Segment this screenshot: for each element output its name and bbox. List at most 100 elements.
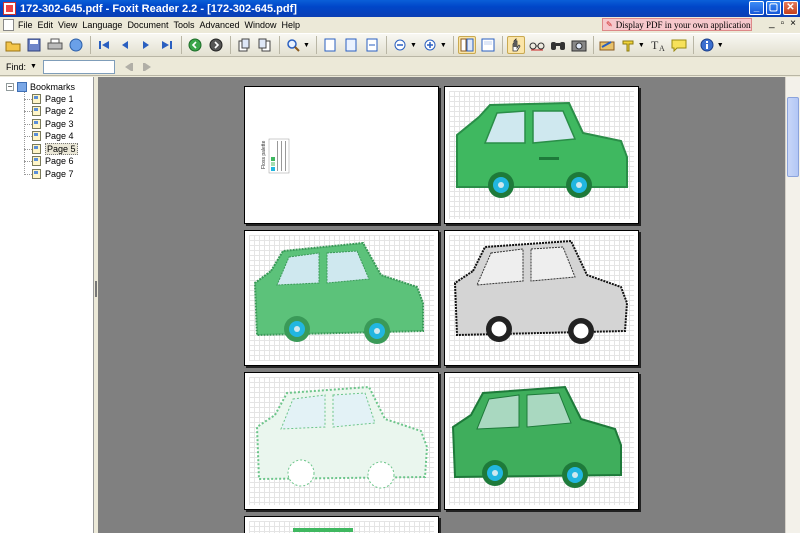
zoom-out-icon[interactable]: [391, 36, 409, 54]
last-page-icon[interactable]: [158, 36, 176, 54]
continuous-icon[interactable]: [479, 36, 497, 54]
find-next-icon[interactable]: [141, 60, 155, 74]
bookmark-label: Page 1: [45, 94, 74, 104]
minimize-button[interactable]: _: [749, 1, 764, 15]
page-2[interactable]: [444, 86, 639, 224]
rotate-right-icon[interactable]: [256, 36, 274, 54]
menu-edit[interactable]: Edit: [38, 20, 59, 30]
find-previous-icon[interactable]: [121, 60, 135, 74]
splitter-grip[interactable]: [95, 281, 97, 297]
palette-title: Floss palette: [261, 140, 267, 169]
fit-width-icon[interactable]: [363, 36, 381, 54]
highlight-icon[interactable]: [619, 36, 637, 54]
email-icon[interactable]: [67, 36, 85, 54]
bookmark-page-6[interactable]: Page 6: [32, 155, 74, 167]
page-bookmark-icon: [32, 131, 41, 141]
pen-icon[interactable]: [598, 36, 616, 54]
document-icon[interactable]: [3, 18, 14, 31]
menu-tools[interactable]: Tools: [173, 20, 199, 30]
save-icon[interactable]: [25, 36, 43, 54]
doc-minimize-button[interactable]: _: [769, 18, 775, 29]
snapshot-icon[interactable]: [570, 36, 588, 54]
highlight-dropdown-icon[interactable]: ▼: [638, 42, 645, 49]
page-bookmark-icon: [32, 106, 41, 116]
open-icon[interactable]: [4, 36, 22, 54]
single-page-icon[interactable]: [457, 36, 476, 54]
next-page-icon[interactable]: [137, 36, 155, 54]
svg-text:T: T: [651, 38, 659, 52]
scrollbar-thumb[interactable]: [787, 97, 799, 177]
menu-view[interactable]: View: [58, 20, 82, 30]
tree-connector: [24, 124, 32, 125]
hand-tool-icon[interactable]: [506, 36, 525, 54]
separator: [279, 36, 280, 54]
fit-page-icon[interactable]: [342, 36, 360, 54]
prev-page-icon[interactable]: [116, 36, 134, 54]
stitched-car-pattern: [253, 241, 424, 344]
info-dropdown-icon[interactable]: ▼: [717, 42, 724, 49]
menu-help[interactable]: Help: [282, 20, 306, 30]
outline-car-pattern: [255, 385, 429, 489]
find-options-dropdown-icon[interactable]: ▼: [30, 63, 37, 70]
actual-size-icon[interactable]: [321, 36, 339, 54]
select-text-icon[interactable]: [528, 36, 546, 54]
note-icon[interactable]: [670, 36, 688, 54]
bookmark-root-label: Bookmarks: [30, 82, 76, 92]
menu-document[interactable]: Document: [127, 20, 173, 30]
find-icon[interactable]: [549, 36, 567, 54]
bookmark-page-5[interactable]: Page 5: [32, 143, 78, 155]
zoom-dropdown-icon[interactable]: ▼: [303, 42, 310, 49]
tree-connector: [24, 136, 32, 137]
page-4[interactable]: [444, 230, 639, 366]
page-7[interactable]: [244, 516, 439, 533]
close-button[interactable]: ✕: [783, 1, 798, 15]
menu-window[interactable]: Window: [245, 20, 282, 30]
pin-icon: ✎: [606, 20, 613, 29]
tree-connector: [24, 161, 32, 162]
go-forward-icon[interactable]: [207, 36, 225, 54]
page-bookmark-icon: [32, 144, 41, 154]
zoom-out-dropdown-icon[interactable]: ▼: [410, 42, 417, 49]
rotate-left-icon[interactable]: [235, 36, 253, 54]
bookmark-page-3[interactable]: Page 3: [32, 118, 74, 130]
doc-restore-button[interactable]: ▫: [781, 18, 785, 29]
dark-stitched-car-pattern: [451, 385, 622, 488]
tree-connector: [24, 99, 32, 100]
page-3[interactable]: [244, 230, 439, 366]
collapse-icon[interactable]: −: [6, 83, 14, 91]
menu-file[interactable]: File: [18, 20, 38, 30]
page-bookmark-icon: [32, 156, 41, 166]
page-5[interactable]: [244, 372, 439, 510]
separator: [692, 36, 694, 54]
first-page-icon[interactable]: [95, 36, 113, 54]
menu-advanced[interactable]: Advanced: [199, 20, 244, 30]
page-6[interactable]: [444, 372, 639, 510]
bookmark-page-1[interactable]: Page 1: [32, 93, 74, 105]
zoom-in-dropdown-icon[interactable]: ▼: [440, 42, 447, 49]
separator: [90, 36, 91, 54]
foxit-app-icon[interactable]: [3, 2, 16, 15]
vertical-scrollbar[interactable]: [785, 77, 800, 533]
tree-line: [24, 92, 25, 175]
doc-close-button[interactable]: ×: [790, 18, 796, 29]
bookmarks-panel: − Bookmarks Page 1 Page 2 Page 3 Page 4 …: [0, 77, 94, 533]
find-input[interactable]: [42, 59, 115, 74]
info-icon[interactable]: [698, 36, 716, 54]
bw-car-pattern: [453, 239, 629, 344]
separator: [452, 36, 454, 54]
typewriter-icon[interactable]: TA: [649, 36, 667, 54]
bookmark-page-2[interactable]: Page 2: [32, 105, 74, 117]
menu-language[interactable]: Language: [82, 20, 127, 30]
zoom-in-icon[interactable]: [421, 36, 439, 54]
page-1[interactable]: Floss palette: [244, 86, 439, 224]
go-back-icon[interactable]: [186, 36, 204, 54]
print-icon[interactable]: [46, 36, 64, 54]
separator: [592, 36, 594, 54]
promo-banner[interactable]: ✎ Display PDF in your own applications: [602, 18, 752, 31]
bookmark-page-4[interactable]: Page 4: [32, 130, 74, 142]
bookmark-root[interactable]: − Bookmarks: [6, 81, 75, 93]
zoom-icon[interactable]: [284, 36, 302, 54]
maximize-button[interactable]: ▢: [766, 1, 781, 15]
document-view[interactable]: Floss palette: [98, 77, 785, 533]
bookmark-page-7[interactable]: Page 7: [32, 168, 74, 180]
